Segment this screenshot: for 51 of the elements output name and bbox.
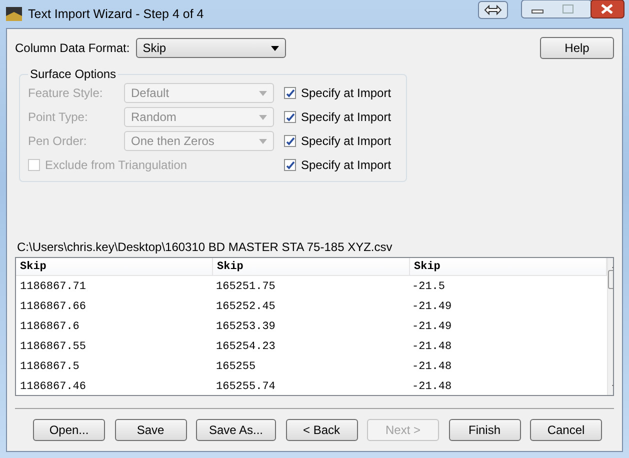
table-cell-text: 165255 (215, 360, 257, 374)
table-cell-text: -21.49 (411, 300, 453, 314)
file-path: C:\Users\chris.key\Desktop\160310 BD MASTER STA 75-185 XYZ.csv (17, 240, 394, 254)
wizard-button[interactable]: Save As... (196, 419, 276, 441)
column-header[interactable]: Skip (213, 258, 410, 275)
table-cell-text: 165252.45 (215, 300, 276, 314)
table-cell-text: 1186867.66 (19, 300, 88, 314)
wizard-button[interactable]: Cancel (530, 419, 602, 441)
checkmark-icon (286, 88, 294, 98)
table-cell-text: -21.49 (411, 320, 453, 334)
column-format-dropdown[interactable]: Skip (136, 38, 286, 58)
wizard-button[interactable]: < Back (286, 419, 358, 441)
window-controls-icon[interactable] (521, 0, 625, 19)
table-cell-text: 165251.75 (215, 280, 276, 294)
table-cell-text: 1186867.71 (19, 280, 88, 294)
table-cell-text: 165254.23 (215, 340, 276, 354)
checkmark-icon (286, 160, 294, 170)
option-label: Pen Order: (28, 134, 88, 148)
column-header[interactable]: Skip (16, 258, 213, 275)
checkbox-label: Specify at Import (301, 110, 392, 124)
dropdown-arrow-icon (259, 138, 267, 144)
checkbox-label: Specify at Import (301, 158, 392, 172)
resize-arrows-icon[interactable] (478, 1, 508, 19)
checkmark-icon (286, 136, 294, 146)
group-title: Surface Options (29, 67, 118, 81)
table-cell-text: 165253.39 (215, 320, 276, 334)
window-title: Text Import Wizard - Step 4 of 4 (28, 7, 204, 21)
dropdown-arrow-icon (259, 114, 267, 120)
checkbox-label: Exclude from Triangulation (45, 158, 188, 172)
app-icon (6, 7, 22, 21)
table-cell-text: -21.48 (411, 340, 453, 354)
table-cell-text: 1186867.6 (19, 320, 80, 334)
option-label: Point Type: (28, 110, 89, 124)
wizard-button[interactable]: Save (114, 419, 186, 441)
checkbox-label: Specify at Import (301, 86, 392, 100)
dropdown-arrow-icon (270, 46, 279, 50)
help-button[interactable]: Help (540, 37, 614, 59)
table-cell-text: 1186867.55 (19, 340, 88, 354)
checkmark-icon (286, 112, 294, 122)
table-cell-text: 1186867.5 (19, 360, 80, 374)
checkbox-label: Specify at Import (301, 134, 392, 148)
option-label: Feature Style: (28, 86, 104, 100)
table-cell-text: 165255.74 (215, 380, 276, 394)
table-cell-text: -21.48 (411, 380, 453, 394)
wizard-button[interactable]: Open... (33, 419, 105, 441)
wizard-button[interactable]: Finish (448, 419, 520, 441)
column-format-label: Column Data Format: (15, 41, 130, 55)
dropdown-arrow-icon (259, 90, 267, 96)
table-cell-text: -21.5 (411, 280, 446, 294)
table-cell-text: 1186867.46 (19, 380, 88, 394)
table-cell-text: -21.48 (411, 360, 453, 374)
